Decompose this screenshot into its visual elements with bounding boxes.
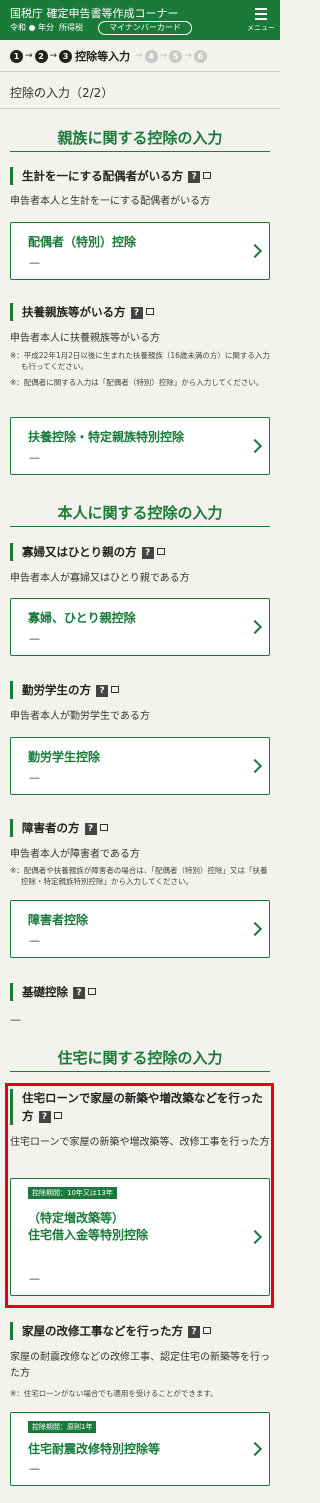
item-title-renovation: 家屋の改修工事などを行った方?	[10, 1322, 272, 1340]
step-5: 5	[169, 49, 183, 63]
era-label: 令和	[10, 23, 26, 32]
new-window-icon	[203, 1327, 211, 1334]
card-label-line2: 住宅借入金等特別控除	[28, 1228, 149, 1242]
card-value: —	[29, 451, 40, 464]
new-window-icon	[111, 686, 119, 693]
card-value: —	[29, 1462, 40, 1475]
section-title-self: 本人に関する控除の入力	[57, 504, 223, 522]
item-title-spouse: 生計を一にする配偶者がいる方?	[10, 167, 272, 185]
item-desc-student: 申告者本人が勤労学生である方	[10, 711, 150, 722]
step-arrow-icon: →	[159, 51, 168, 61]
item-title-widow: 寡婦又はひとり親の方?	[10, 543, 272, 561]
card-label: 住宅耐震改修特別控除等	[28, 1442, 161, 1456]
section-divider	[10, 1071, 270, 1072]
chevron-right-icon	[247, 921, 263, 937]
section-title-housing: 住宅に関する控除の入力	[57, 1049, 223, 1067]
item-desc-spouse: 申告者本人と生計を一にする配偶者がいる方	[10, 196, 211, 207]
deduction-period-badge: 控除期間：原則1年	[28, 1421, 97, 1433]
card-label-line1: （特定増改築等）	[28, 1211, 125, 1225]
new-window-icon	[203, 172, 212, 179]
help-icon[interactable]: ?	[141, 546, 154, 559]
card-value: —	[29, 632, 40, 645]
card-value: —	[29, 771, 40, 784]
step-2: 2	[34, 49, 48, 63]
card-label: 配偶者（特別）控除	[28, 235, 137, 249]
disabled-deduction-button[interactable]: 障害者控除 —	[10, 900, 270, 958]
dependent-deduction-button[interactable]: 扶養控除・特定親族特別控除 —	[10, 417, 270, 475]
chevron-right-icon	[247, 1441, 263, 1457]
card-label: 勤労学生控除	[28, 750, 101, 764]
menu-label: メニュー	[247, 24, 275, 32]
header-subinfo: 令和 年分 所得税	[10, 22, 83, 33]
note-disabled: ※：配偶者や扶養親族が障害者の場合は、「配偶者（特別）控除」又は「扶養控除・特定…	[10, 866, 268, 886]
card-value: —	[29, 1272, 40, 1285]
new-window-icon	[53, 1112, 62, 1119]
step-6: 6	[193, 49, 207, 63]
note-renovation: ※：住宅ローンがない場合でも適用を受けることができます。	[10, 1389, 218, 1398]
app-header: 国税庁 確定申告書等作成コーナー 令和 年分 所得税 マイナンバーカード メニュ…	[0, 0, 280, 40]
item-title-dependent: 扶養親族等がいる方?	[10, 303, 272, 321]
help-icon[interactable]: ?	[84, 822, 97, 835]
step-arrow-icon: →	[25, 51, 33, 61]
item-title-student: 勤労学生の方?	[10, 681, 272, 699]
item-desc-widow: 申告者本人が寡婦又はひとり親である方	[10, 573, 190, 584]
new-window-icon	[156, 548, 165, 555]
card-value: —	[29, 934, 40, 947]
student-deduction-button[interactable]: 勤労学生控除 —	[10, 737, 270, 795]
housing-loan-deduction-button[interactable]: 控除期間：10年又は13年 （特定増改築等） 住宅借入金等特別控除 —	[10, 1178, 270, 1296]
help-icon[interactable]: ?	[188, 170, 201, 183]
step-3: 3	[59, 49, 73, 63]
tax-type-label: 所得税	[59, 23, 83, 32]
new-window-icon	[88, 988, 96, 995]
section-divider	[10, 526, 270, 527]
note-dependent-2: ※：配偶者に関する入力は「配偶者（特別）控除」から入力してください。	[10, 378, 264, 387]
step-arrow-icon: →	[184, 51, 192, 61]
step-arrow-icon: →	[49, 51, 58, 61]
page-title: 控除の入力（2/2）	[0, 71, 280, 109]
year-label: 年分	[38, 23, 54, 32]
new-window-icon	[99, 824, 108, 831]
renovation-deduction-button[interactable]: 控除期間：原則1年 住宅耐震改修特別控除等 —	[10, 1412, 270, 1486]
chevron-right-icon	[247, 758, 263, 774]
section-divider	[10, 151, 270, 152]
step-arrow-icon: →	[135, 51, 143, 61]
card-value: —	[29, 256, 40, 269]
hamburger-icon	[255, 8, 267, 23]
section-title-family: 親族に関する控除の入力	[57, 129, 223, 147]
note-dependent-1: ※：平成22年1月2日以後に生まれた扶養親族（16歳未満の方）に関する入力も行っ…	[10, 351, 270, 371]
app-title: 国税庁 確定申告書等作成コーナー	[10, 7, 179, 20]
deduction-period-badge: 控除期間：10年又は13年	[28, 1187, 117, 1199]
chevron-right-icon	[247, 438, 263, 454]
item-desc-renovation: 家屋の耐震改修などの改修工事、認定住宅の新築等を行った方	[10, 1352, 270, 1379]
item-title-loan: 住宅ローンで家屋の新築や増改築などを行った方?	[10, 1089, 265, 1125]
new-window-icon	[145, 308, 154, 315]
item-title-disabled: 障害者の方?	[10, 819, 272, 837]
basic-deduction-value: —	[10, 1013, 21, 1026]
help-icon[interactable]: ?	[73, 986, 85, 999]
progress-steps: 1 → 2 → 3 控除等入力 → 4 → 5 → 6	[10, 47, 207, 65]
card-label: 寡婦、ひとり親控除	[28, 611, 136, 625]
step-4: 4	[144, 49, 158, 63]
item-title-basic: 基礎控除?	[10, 983, 272, 1001]
current-step-label: 控除等入力	[75, 50, 131, 63]
year-dot-icon	[29, 24, 35, 31]
help-icon[interactable]: ?	[38, 1110, 51, 1123]
chevron-right-icon	[247, 619, 263, 635]
chevron-right-icon	[247, 1229, 263, 1245]
card-label: 障害者控除	[28, 913, 89, 927]
item-desc-loan: 住宅ローンで家屋の新築や増改築等、改修工事を行った方	[10, 1137, 270, 1148]
mynumber-card-badge: マイナンバーカード	[98, 21, 192, 35]
item-desc-disabled: 申告者本人が障害者である方	[10, 849, 140, 860]
menu-button[interactable]: メニュー	[246, 6, 276, 36]
help-icon[interactable]: ?	[96, 684, 108, 697]
spouse-deduction-button[interactable]: 配偶者（特別）控除 —	[10, 222, 270, 280]
step-1: 1	[10, 49, 23, 63]
chevron-right-icon	[247, 243, 263, 259]
item-desc-dependent: 申告者本人に扶養親族等がいる方	[10, 333, 160, 344]
widow-deduction-button[interactable]: 寡婦、ひとり親控除 —	[10, 598, 270, 656]
card-label: 扶養控除・特定親族特別控除	[28, 430, 185, 444]
help-icon[interactable]: ?	[188, 1325, 200, 1338]
help-icon[interactable]: ?	[130, 306, 143, 319]
